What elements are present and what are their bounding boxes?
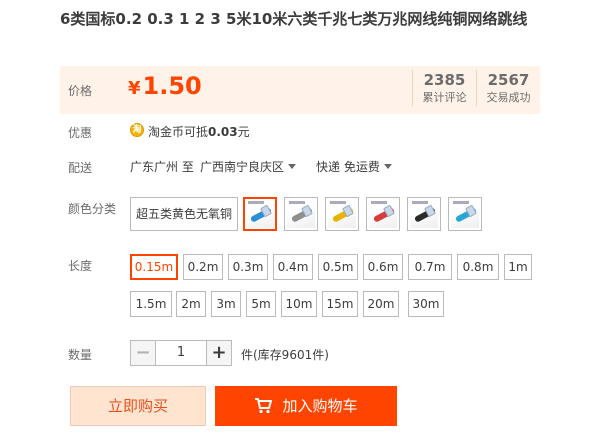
length-option[interactable]: 0.8m	[457, 254, 499, 280]
length-option[interactable]: 0.7m	[408, 254, 452, 280]
length-option[interactable]: 20m	[363, 291, 399, 317]
price-amount: 1.50	[142, 72, 202, 100]
buy-now-button[interactable]: 立即购买	[70, 386, 206, 426]
quantity-decrease-button[interactable]: −	[130, 340, 156, 366]
cable-thumbnail-image	[287, 200, 315, 228]
thumbnail-tag	[453, 201, 469, 204]
quantity-label: 数量	[68, 348, 93, 362]
shipping-from: 广东广州 至	[130, 160, 194, 174]
sales-stats: 2385 累计评论 2567 交易成功	[412, 70, 540, 106]
length-option[interactable]: 0.6m	[363, 254, 403, 280]
color-swatch[interactable]	[407, 197, 441, 231]
stock-info: 件(库存9601件)	[241, 348, 329, 362]
product-title: 6类国标0.2 0.3 1 2 3 5米10米六类千兆七类万兆网线纯铜网络跳线	[60, 10, 528, 28]
price-value: ¥1.50	[128, 72, 202, 100]
length-option[interactable]: 15m	[322, 291, 358, 317]
length-option[interactable]: 0.5m	[318, 254, 358, 280]
cable-thumbnail-image	[410, 200, 438, 228]
shipping-label: 配送	[68, 161, 93, 175]
length-option[interactable]: 0.3m	[228, 254, 268, 280]
length-option[interactable]: 0.15m	[130, 254, 178, 280]
add-to-cart-label: 加入购物车	[282, 397, 358, 415]
cable-thumbnail-image	[246, 200, 274, 228]
length-option[interactable]: 30m	[408, 291, 444, 317]
color-swatch[interactable]	[243, 197, 277, 231]
thumbnail-tag	[412, 201, 428, 204]
chevron-down-icon	[288, 164, 297, 169]
length-option[interactable]: 1.5m	[130, 291, 172, 317]
length-option[interactable]: 5m	[246, 291, 276, 317]
promo-amount: 0.03	[208, 125, 238, 139]
quantity-input[interactable]: 1	[156, 340, 206, 366]
length-option[interactable]: 0.2m	[183, 254, 223, 280]
color-swatch[interactable]	[325, 197, 359, 231]
length-option[interactable]: 0.4m	[273, 254, 313, 280]
length-option[interactable]: 1m	[504, 254, 532, 280]
color-swatch[interactable]	[448, 197, 482, 231]
length-option[interactable]: 2m	[176, 291, 206, 317]
review-count-label: 累计评论	[422, 91, 467, 104]
sales-count: 2567 交易成功	[476, 70, 540, 106]
thumbnail-tag	[248, 201, 264, 204]
cable-thumbnail-image	[328, 200, 356, 228]
shopping-cart-icon	[255, 398, 273, 414]
sales-count-label: 交易成功	[486, 91, 531, 104]
price-label: 价格	[68, 84, 93, 98]
shipping-destination-text: 广西南宁良庆区	[200, 160, 285, 174]
color-swatch[interactable]	[284, 197, 318, 231]
length-label: 长度	[68, 259, 93, 273]
color-label: 颜色分类	[68, 202, 117, 216]
taobao-coin-icon: 淘	[130, 123, 144, 137]
currency-symbol: ¥	[128, 78, 141, 99]
sales-count-number: 2567	[487, 71, 530, 89]
shipping-destination[interactable]: 广西南宁良庆区	[200, 158, 297, 175]
length-option[interactable]: 3m	[211, 291, 241, 317]
shipping-method-text: 快递 免运费	[316, 160, 380, 174]
add-to-cart-button[interactable]: 加入购物车	[215, 386, 397, 426]
review-count-number: 2385	[423, 71, 466, 89]
quantity-increase-button[interactable]: +	[206, 340, 232, 366]
shipping-method[interactable]: 快递 免运费	[316, 158, 392, 175]
cable-thumbnail-image	[451, 200, 479, 228]
thumbnail-tag	[371, 201, 387, 204]
promo-label: 优惠	[68, 126, 93, 140]
color-swatch[interactable]	[366, 197, 400, 231]
thumbnail-tag	[289, 201, 305, 204]
cable-thumbnail-image	[369, 200, 397, 228]
color-option-text[interactable]: 超五类黄色无氧铜	[130, 197, 238, 231]
price-panel: 价格 ¥1.50 2385 累计评论 2567 交易成功	[60, 66, 540, 114]
review-count[interactable]: 2385 累计评论	[412, 70, 476, 106]
promo-text: 淘金币可抵0.03元	[148, 123, 250, 140]
chevron-down-icon	[383, 164, 392, 169]
promo-unit: 元	[237, 125, 250, 139]
thumbnail-tag	[330, 201, 346, 204]
promo-text-prefix: 淘金币可抵	[148, 125, 209, 139]
length-option[interactable]: 10m	[281, 291, 317, 317]
